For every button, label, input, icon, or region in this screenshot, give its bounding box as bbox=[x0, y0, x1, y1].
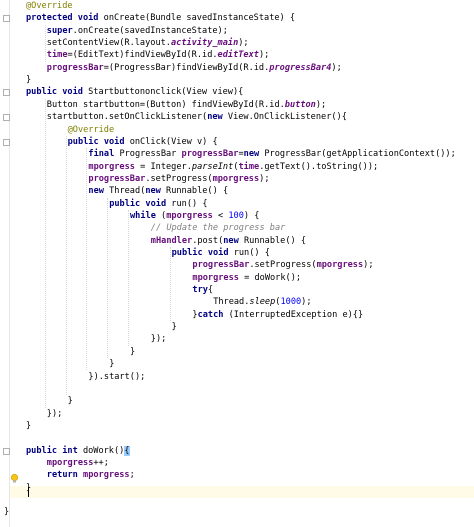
code-line[interactable]: Button startbutton=(Button) findViewById… bbox=[47, 99, 326, 111]
code-line[interactable]: setContentView(R.layout.activity_main); bbox=[47, 37, 249, 49]
code-line[interactable]: } bbox=[172, 321, 177, 333]
code-line[interactable]: public void run() { bbox=[109, 198, 207, 210]
indent-guide bbox=[44, 24, 46, 62]
code-line[interactable]: protected void onCreate(Bundle savedInst… bbox=[26, 12, 295, 24]
indent-guide bbox=[128, 209, 129, 346]
code-line[interactable]: try{ bbox=[192, 284, 213, 296]
code-line[interactable]: public void run() { bbox=[172, 247, 270, 259]
code-line[interactable]: return mporgress; bbox=[47, 469, 135, 481]
indent-guide bbox=[107, 197, 109, 359]
code-line[interactable]: }); bbox=[47, 408, 63, 420]
code-line[interactable]: new Thread(new Runnable() { bbox=[88, 185, 228, 197]
fold-toggle-icon[interactable] bbox=[3, 15, 10, 23]
code-line[interactable]: mporgress = Integer.parseInt(time.getTex… bbox=[88, 161, 378, 173]
code-line[interactable]: @Override bbox=[26, 0, 73, 12]
fold-toggle-icon[interactable] bbox=[3, 447, 10, 455]
code-line[interactable]: } bbox=[130, 346, 135, 358]
lightbulb-icon[interactable] bbox=[10, 474, 19, 484]
code-line[interactable]: startbutton.setOnClickListener(new View.… bbox=[47, 111, 347, 123]
code-line[interactable]: time=(EditText)findViewById(R.id.editTex… bbox=[47, 49, 270, 61]
code-line[interactable]: Thread.sleep(1000); bbox=[213, 296, 311, 308]
code-line[interactable]: public void Startbuttononclick(View view… bbox=[26, 86, 243, 98]
code-line[interactable]: public int doWork(){ bbox=[26, 445, 130, 457]
code-line[interactable]: }).start(); bbox=[88, 371, 145, 383]
code-line[interactable]: } bbox=[68, 395, 73, 407]
code-line[interactable]: } bbox=[26, 74, 31, 86]
caret-line-highlight bbox=[10, 486, 474, 498]
indent-guide bbox=[65, 135, 67, 396]
indent-guide bbox=[169, 247, 171, 322]
code-line[interactable]: // Update the progress bar bbox=[151, 222, 286, 234]
code-line[interactable]: @Override bbox=[68, 124, 115, 136]
code-line[interactable]: mporgress++; bbox=[47, 457, 109, 469]
fold-toggle-icon[interactable] bbox=[3, 114, 10, 122]
code-line[interactable]: final ProgressBar progressBar=new Progre… bbox=[88, 148, 455, 160]
indent-guide bbox=[44, 98, 46, 408]
fold-toggle-icon[interactable] bbox=[3, 138, 10, 146]
code-line[interactable]: }); bbox=[151, 333, 167, 345]
code-line[interactable]: } bbox=[4, 506, 9, 518]
code-line[interactable]: progressBar.setProgress(mporgress); bbox=[88, 173, 269, 185]
code-line[interactable]: super.onCreate(savedInstanceState); bbox=[47, 25, 228, 37]
code-line[interactable]: progressBar=(ProgressBar)findViewById(R.… bbox=[47, 62, 342, 74]
code-line[interactable]: public void onClick(View v) { bbox=[68, 136, 218, 148]
fold-toggle-icon[interactable] bbox=[3, 89, 10, 97]
code-line[interactable]: progressBar.setProgress(mporgress); bbox=[192, 259, 373, 271]
code-line[interactable]: while (mporgress < 100) { bbox=[130, 210, 259, 222]
code-line[interactable]: }catch (InterruptedException e){} bbox=[192, 309, 363, 321]
code-line[interactable]: mporgress = doWork(); bbox=[192, 272, 301, 284]
code-line[interactable]: } bbox=[26, 420, 31, 432]
text-caret bbox=[28, 487, 29, 497]
indent-guide bbox=[86, 148, 88, 371]
code-line[interactable]: } bbox=[109, 358, 114, 370]
code-line[interactable]: mHandler.post(new Runnable() { bbox=[151, 235, 306, 247]
